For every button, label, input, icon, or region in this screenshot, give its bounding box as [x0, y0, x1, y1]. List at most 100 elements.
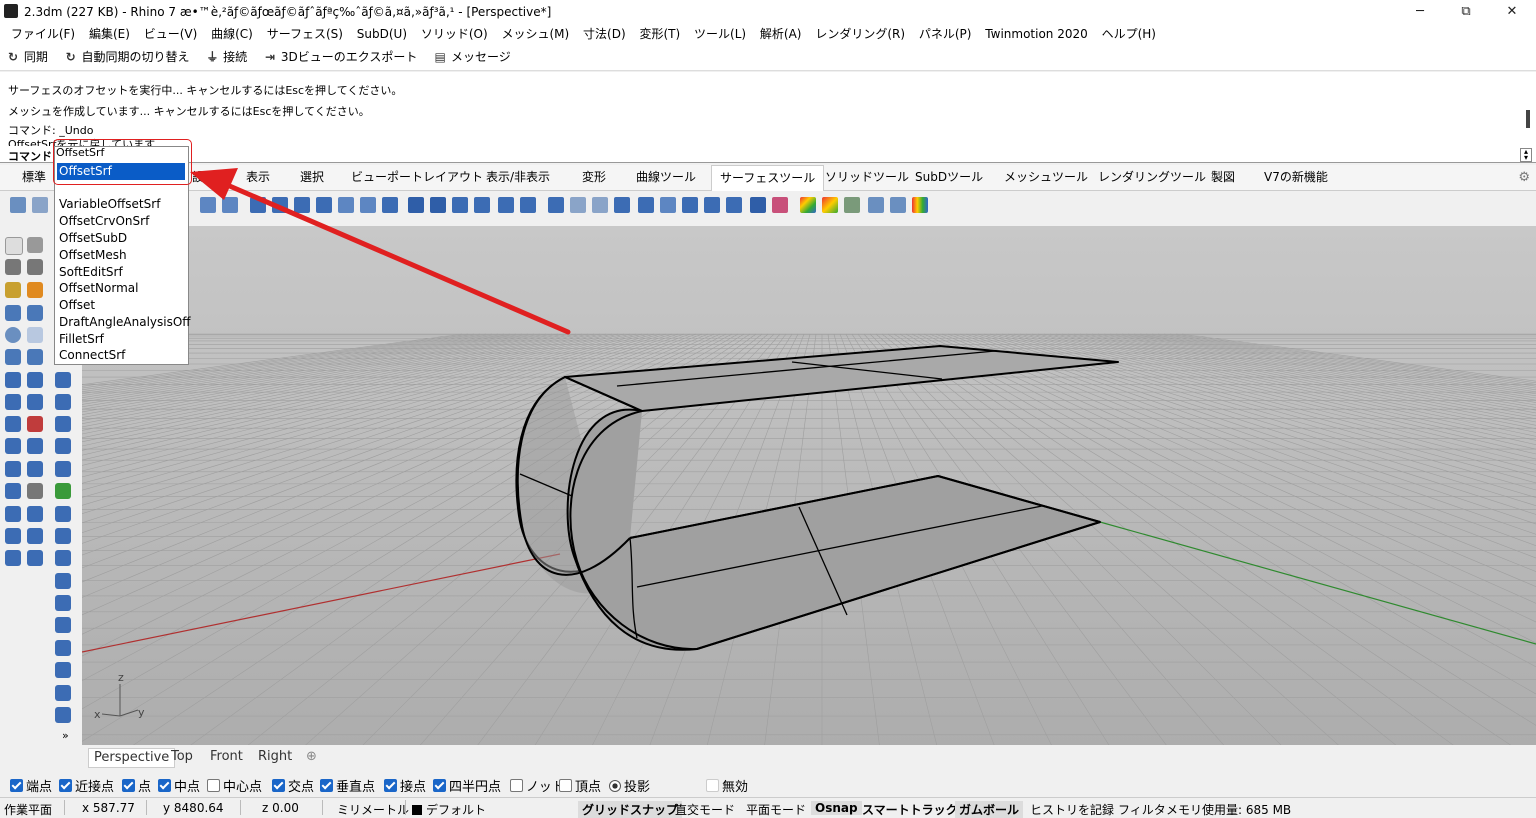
- osnap-center[interactable]: 中心点: [207, 776, 262, 795]
- tool-icon[interactable]: [55, 438, 71, 454]
- cplane-label[interactable]: 作業平面: [4, 801, 52, 818]
- minimize-button[interactable]: ─: [1397, 0, 1443, 24]
- autocomplete-item[interactable]: DraftAngleAnalysisOff: [59, 315, 191, 329]
- perspective-viewport[interactable]: z x y: [82, 226, 1536, 745]
- tab-surface-tools[interactable]: サーフェスツール: [711, 165, 825, 191]
- menu-file[interactable]: ファイル(F): [6, 24, 80, 44]
- tool-icon[interactable]: [200, 197, 216, 213]
- tool-icon[interactable]: [592, 197, 608, 213]
- tool-icon[interactable]: [55, 595, 71, 611]
- curvature-icon[interactable]: [822, 197, 838, 213]
- tool-icon[interactable]: [750, 197, 766, 213]
- tool-icon[interactable]: [55, 416, 71, 432]
- tool-icon[interactable]: [55, 528, 71, 544]
- layer-indicator[interactable]: デフォルト: [412, 801, 486, 818]
- osnap-toggle[interactable]: Osnap: [811, 801, 862, 815]
- menu-edit[interactable]: 編集(E): [84, 24, 135, 44]
- tool-icon[interactable]: [682, 197, 698, 213]
- history-scrollbar[interactable]: [1526, 110, 1530, 128]
- tool-icon[interactable]: [55, 372, 71, 388]
- tab-setup[interactable]: 設定: [192, 165, 216, 190]
- tool-icon[interactable]: [55, 685, 71, 701]
- line-icon[interactable]: [5, 259, 21, 275]
- autocomplete-item[interactable]: OffsetMesh: [59, 248, 127, 262]
- tab-standard[interactable]: 標準: [22, 165, 46, 190]
- tool-icon[interactable]: [548, 197, 564, 213]
- tool-icon[interactable]: [27, 349, 43, 365]
- tool-icon[interactable]: [660, 197, 676, 213]
- export3d-button[interactable]: ⇥ 3Dビューのエクスポート: [263, 44, 417, 70]
- menu-view[interactable]: ビュー(V): [139, 24, 203, 44]
- fit-icon[interactable]: [452, 197, 468, 213]
- tool-icon[interactable]: [55, 662, 71, 678]
- tool-icon[interactable]: [55, 640, 71, 656]
- add-viewport-icon[interactable]: ⊕: [301, 748, 322, 766]
- autocomplete-item[interactable]: ConnectSrf: [59, 348, 125, 362]
- autocomplete-item[interactable]: OffsetCrvOnSrf: [59, 214, 149, 228]
- tool-icon[interactable]: [27, 550, 43, 566]
- tab-v7-new[interactable]: V7の新機能: [1264, 165, 1328, 190]
- tool-icon[interactable]: [5, 506, 21, 522]
- tab-curve-tools[interactable]: 曲線ツール: [636, 165, 696, 190]
- tool-icon[interactable]: [27, 483, 43, 499]
- tab-mesh-tools[interactable]: メッシュツール: [1004, 165, 1088, 190]
- autocomplete-item[interactable]: OffsetSubD: [59, 231, 127, 245]
- tool-icon[interactable]: [316, 197, 332, 213]
- tool-icon[interactable]: [5, 461, 21, 477]
- tab-drafting[interactable]: 製図: [1211, 165, 1235, 190]
- osnap-mid[interactable]: 中点: [158, 776, 200, 795]
- autocomplete-item[interactable]: SoftEditSrf: [59, 265, 123, 279]
- tab-solid-tools[interactable]: ソリッドツール: [825, 165, 909, 190]
- more-tools-icon[interactable]: »: [62, 729, 69, 742]
- tool-icon[interactable]: [222, 197, 238, 213]
- menu-solid[interactable]: ソリッド(O): [416, 24, 493, 44]
- tool-icon[interactable]: [726, 197, 742, 213]
- close-button[interactable]: ✕: [1489, 0, 1535, 24]
- osnap-tan[interactable]: 接点: [384, 776, 426, 795]
- polygon-icon[interactable]: [5, 305, 21, 321]
- tool-icon[interactable]: [27, 305, 43, 321]
- tool-icon[interactable]: [868, 197, 884, 213]
- osnap-disable[interactable]: 無効: [706, 776, 748, 795]
- command-spinner[interactable]: ▴ ▾: [1520, 148, 1532, 162]
- point-icon[interactable]: [27, 237, 43, 253]
- osnap-end[interactable]: 端点: [10, 776, 52, 795]
- auto-sync-button[interactable]: ↻ 自動同期の切り替え: [64, 44, 190, 70]
- tool-icon[interactable]: [408, 197, 424, 213]
- degree-icon[interactable]: [474, 197, 490, 213]
- tool-icon[interactable]: [55, 506, 71, 522]
- tool-icon[interactable]: [5, 550, 21, 566]
- tool-icon[interactable]: [704, 197, 720, 213]
- tool-icon[interactable]: [250, 197, 266, 213]
- tool-icon[interactable]: [55, 461, 71, 477]
- menu-subd[interactable]: SubD(U): [352, 24, 412, 44]
- tool-icon[interactable]: [338, 197, 354, 213]
- interp-curve-icon[interactable]: [27, 282, 43, 298]
- tool-icon[interactable]: [912, 197, 928, 213]
- circle-icon[interactable]: [5, 327, 21, 343]
- tool-icon[interactable]: [55, 617, 71, 633]
- tool-icon[interactable]: [5, 416, 21, 432]
- tool-icon[interactable]: [5, 438, 21, 454]
- message-button[interactable]: ▤ メッセージ: [433, 44, 511, 70]
- autocomplete-item[interactable]: Offset: [59, 298, 95, 312]
- tool-icon[interactable]: [5, 372, 21, 388]
- polyline-icon[interactable]: [27, 259, 43, 275]
- tab-visibility[interactable]: 表示/非表示: [486, 165, 550, 190]
- autocomplete-item[interactable]: VariableOffsetSrf: [59, 197, 160, 211]
- gumball-toggle[interactable]: ガムボール: [955, 801, 1024, 818]
- tab-top[interactable]: Top: [166, 748, 198, 766]
- tool-icon[interactable]: [520, 197, 536, 213]
- history-toggle[interactable]: ヒストリを記録: [1030, 801, 1114, 818]
- tool-icon[interactable]: [272, 197, 288, 213]
- units-label[interactable]: ミリメートル: [337, 801, 409, 818]
- tab-subd-tools[interactable]: SubDツール: [915, 165, 983, 190]
- tool-icon[interactable]: [360, 197, 376, 213]
- tool-icon[interactable]: [55, 573, 71, 589]
- tool-icon[interactable]: [890, 197, 906, 213]
- tool-icon[interactable]: [382, 197, 398, 213]
- menu-help[interactable]: ヘルプ(H): [1097, 24, 1161, 44]
- tab-viewport-layout[interactable]: ビューポートレイアウト: [351, 165, 483, 190]
- tool-icon[interactable]: [27, 528, 43, 544]
- maximize-button[interactable]: ⧉: [1443, 0, 1489, 24]
